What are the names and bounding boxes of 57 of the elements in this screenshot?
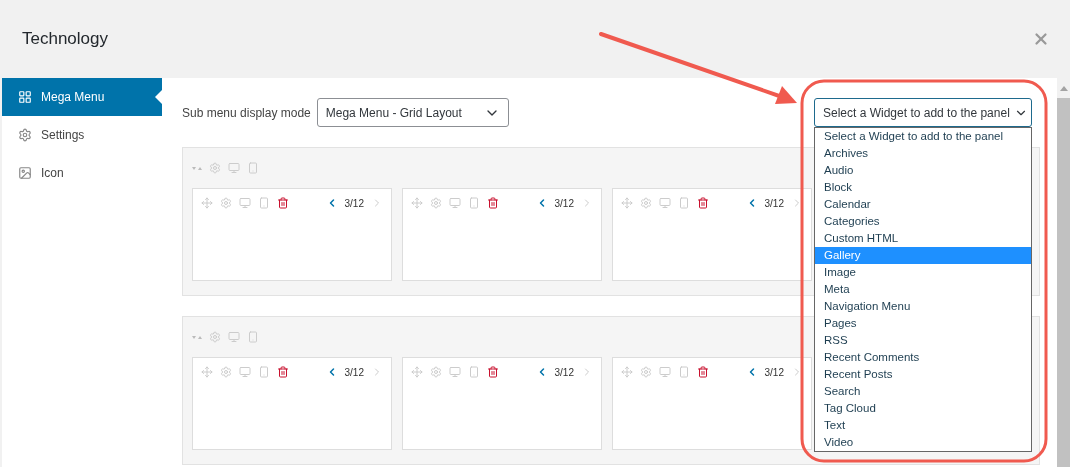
mobile-icon[interactable] <box>258 197 270 209</box>
gear-icon[interactable] <box>220 197 232 209</box>
mobile-icon[interactable] <box>468 197 480 209</box>
collapse-icon[interactable] <box>192 165 202 171</box>
mobile-icon[interactable] <box>678 197 690 209</box>
desktop-icon[interactable] <box>449 366 461 378</box>
image-icon <box>18 166 32 180</box>
move-icon[interactable] <box>201 197 213 209</box>
collapse-icon[interactable] <box>192 334 202 340</box>
desktop-icon[interactable] <box>449 197 461 209</box>
desktop-icon[interactable] <box>239 366 251 378</box>
column-span: 3/12 <box>764 366 784 378</box>
column-span: 3/12 <box>554 197 574 209</box>
gear-icon[interactable] <box>209 162 221 174</box>
column-span: 3/12 <box>344 366 364 378</box>
column-span: 3/12 <box>554 366 574 378</box>
sidebar-item[interactable]: Settings <box>2 116 162 154</box>
sidebar-item[interactable]: Icon <box>2 154 162 192</box>
display-mode-label: Sub menu display mode <box>182 105 311 120</box>
mobile-icon[interactable] <box>247 162 259 174</box>
desktop-icon[interactable] <box>659 197 671 209</box>
desktop-icon[interactable] <box>659 366 671 378</box>
window-title: Technology <box>22 29 108 49</box>
desktop-icon[interactable] <box>228 162 240 174</box>
move-icon[interactable] <box>411 197 423 209</box>
mobile-icon[interactable] <box>258 366 270 378</box>
sidebar-item[interactable]: Mega Menu <box>2 78 162 116</box>
move-icon[interactable] <box>411 366 423 378</box>
gear-icon[interactable] <box>220 366 232 378</box>
move-icon[interactable] <box>201 366 213 378</box>
trash-icon[interactable] <box>277 197 289 209</box>
desktop-icon[interactable] <box>239 197 251 209</box>
column-span: 3/12 <box>344 197 364 209</box>
trash-icon[interactable] <box>487 366 499 378</box>
gear-icon[interactable] <box>430 366 442 378</box>
trash-icon[interactable] <box>487 197 499 209</box>
gear-icon[interactable] <box>640 197 652 209</box>
trash-icon[interactable] <box>697 197 709 209</box>
mobile-icon[interactable] <box>678 366 690 378</box>
close-button[interactable] <box>1032 30 1050 48</box>
column-span: 3/12 <box>764 197 784 209</box>
scrollbar[interactable] <box>1057 78 1070 467</box>
display-mode-select[interactable]: Mega Menu - Grid Layout <box>316 98 509 127</box>
gear-icon[interactable] <box>640 366 652 378</box>
grid-icon <box>18 90 32 104</box>
gear-icon <box>18 128 32 142</box>
scroll-up-icon[interactable] <box>1059 85 1068 91</box>
trash-icon[interactable] <box>697 366 709 378</box>
mobile-icon[interactable] <box>247 331 259 343</box>
mobile-icon[interactable] <box>468 366 480 378</box>
move-icon[interactable] <box>621 197 633 209</box>
trash-icon[interactable] <box>277 366 289 378</box>
gear-icon[interactable] <box>430 197 442 209</box>
desktop-icon[interactable] <box>228 331 240 343</box>
gear-icon[interactable] <box>209 331 221 343</box>
widget-select[interactable]: Select a Widget to add to the panel <box>814 98 1032 127</box>
move-icon[interactable] <box>621 366 633 378</box>
